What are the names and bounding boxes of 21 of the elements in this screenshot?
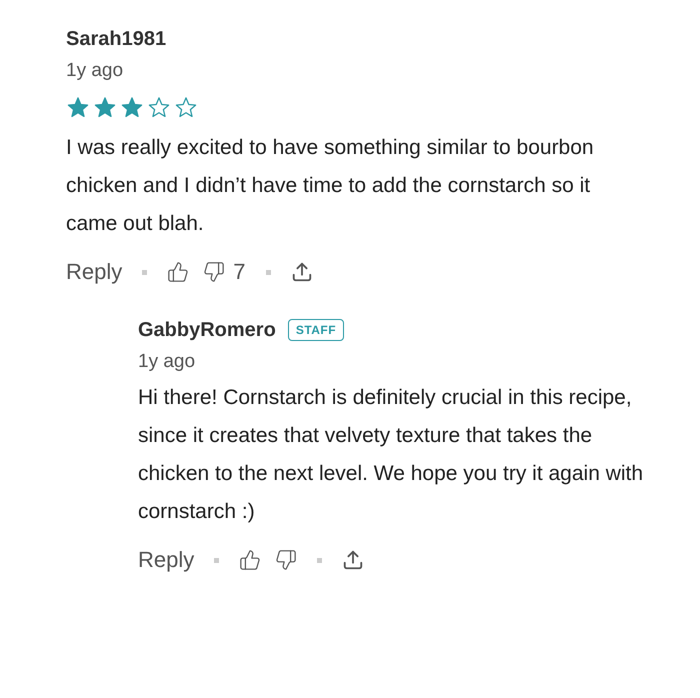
author-name: GabbyRomero: [138, 318, 276, 342]
reply-link[interactable]: Reply: [138, 547, 194, 573]
vote-count: 7: [233, 259, 246, 285]
thumbs-up-icon[interactable]: [167, 261, 190, 283]
star-icon: [147, 96, 171, 119]
comment-time: 1y ago: [138, 351, 196, 373]
comment-time: 1y ago: [66, 60, 124, 82]
thumbs-down-icon[interactable]: [275, 549, 298, 571]
star-icon: [93, 96, 117, 119]
thumbs-down-icon[interactable]: [203, 261, 226, 283]
star-icon: [174, 96, 198, 119]
staff-badge: STAFF: [288, 319, 344, 341]
comment-text: I was really excited to have something similar to bourbon chicken and I didn’t have time to add the cornstarch so it came out blah.: [66, 135, 595, 237]
share-icon[interactable]: [290, 261, 312, 283]
author-name: Sarah1981: [66, 28, 166, 50]
comment-text: Hi there! Cornstarch is definitely crucial in this recipe, since it creates that velvety texture that takes the chicken to the next level. We hope you try it again with cornstarch :): [138, 385, 644, 525]
star-icon: [120, 96, 144, 119]
share-icon[interactable]: [342, 549, 364, 571]
star-icon: [66, 96, 90, 119]
reply-link[interactable]: Reply: [66, 259, 122, 285]
thumbs-up-icon[interactable]: [239, 549, 262, 571]
